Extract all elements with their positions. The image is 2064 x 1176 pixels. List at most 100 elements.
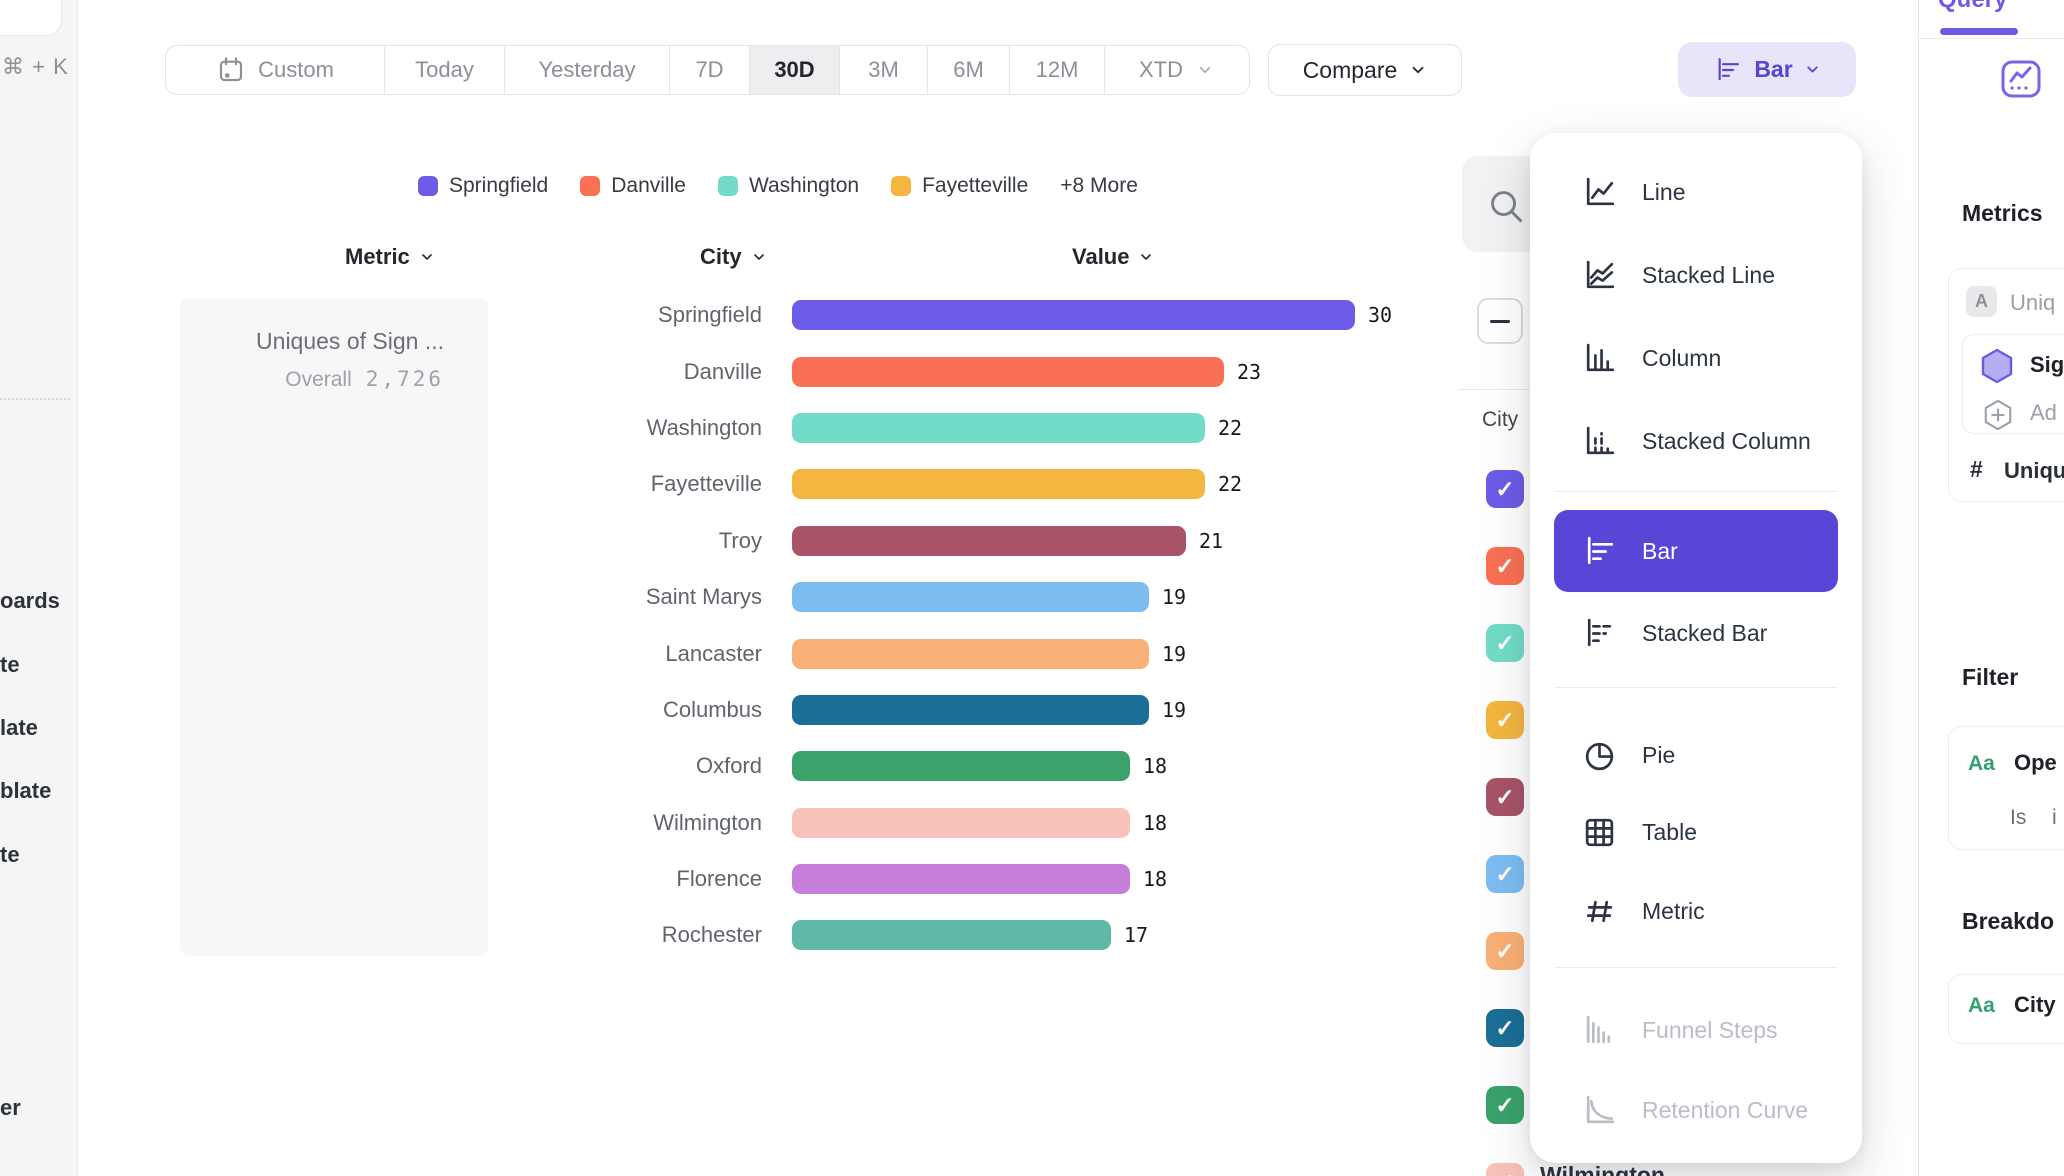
legend: Springfield Danville Washington Fayettevill… [418, 174, 1138, 198]
city-checkbox[interactable]: ✓ [1486, 624, 1524, 662]
check-icon: ✓ [1495, 553, 1514, 580]
city-checkbox[interactable]: ✓ [1486, 701, 1524, 739]
menu-item-stacked-bar[interactable]: Stacked Bar [1530, 592, 1862, 674]
range-button-7d[interactable]: 7D [669, 46, 749, 94]
category-label: Washington [540, 415, 792, 441]
legend-item[interactable]: Springfield [418, 174, 548, 198]
header-value[interactable]: Value [1072, 244, 1154, 270]
range-button-6m[interactable]: 6M [927, 46, 1009, 94]
hash-icon: # [1970, 456, 1983, 483]
legend-item[interactable]: Danville [580, 174, 686, 198]
sidebar-item-truncated[interactable]: er [0, 1095, 21, 1121]
range-label: XTD [1139, 57, 1183, 83]
category-label: Oxford [540, 753, 792, 779]
filter-operator[interactable]: Is [2010, 806, 2026, 830]
city-checkbox[interactable]: ✓ [1486, 778, 1524, 816]
bar[interactable] [792, 920, 1111, 950]
sidebar-item-truncated[interactable]: te [0, 842, 20, 868]
legend-swatch [418, 176, 438, 196]
range-button-30d[interactable]: 30D [749, 46, 839, 94]
category-label: Saint Marys [540, 584, 792, 610]
chevron-down-icon [1195, 60, 1215, 80]
category-label: Danville [540, 359, 792, 385]
add-event-hexagon-icon[interactable] [1982, 398, 2014, 437]
menu-item-stacked-column[interactable]: Stacked Column [1530, 400, 1862, 482]
sidebar-item-truncated[interactable]: oards [0, 588, 60, 614]
add-label-truncated[interactable]: Ad [2030, 400, 2057, 426]
range-button-xtd[interactable]: XTD [1104, 46, 1249, 94]
bar[interactable] [792, 582, 1149, 612]
header-metric-label: Metric [345, 244, 410, 270]
range-button-yesterday[interactable]: Yesterday [504, 46, 669, 94]
chevron-down-icon [1804, 61, 1821, 78]
metric-card[interactable]: Uniques of Sign ... Overall2,726 [180, 298, 488, 956]
city-checkbox[interactable]: ✓ [1486, 470, 1524, 508]
insights-chart-icon[interactable] [1999, 57, 2043, 106]
bar-chart: Springfield30Danville23Washington22Fayet… [540, 287, 1550, 964]
bar-value: 23 [1237, 360, 1261, 384]
city-group-label: City [1482, 408, 1518, 432]
compare-button[interactable]: Compare [1268, 44, 1462, 96]
breakdown-property[interactable]: City [2014, 992, 2056, 1018]
menu-item-line[interactable]: Line [1530, 151, 1862, 233]
chart-type-button[interactable]: Bar [1678, 42, 1856, 97]
event-name-truncated[interactable]: Sig [2030, 352, 2064, 378]
collapse-all-button[interactable] [1477, 298, 1523, 344]
city-checkbox[interactable]: ✓ [1486, 1163, 1524, 1176]
rail-divider [0, 398, 70, 400]
range-label: 3M [868, 57, 899, 83]
menu-item-bar[interactable]: Bar [1554, 510, 1838, 592]
menu-item-table[interactable]: Table [1530, 791, 1862, 873]
check-icon: ✓ [1495, 1092, 1514, 1119]
metric-name-truncated[interactable]: Uniq [2010, 290, 2055, 316]
legend-item[interactable]: Fayetteville [891, 174, 1028, 198]
unique-label-truncated[interactable]: Uniqu [2004, 458, 2064, 484]
legend-swatch [580, 176, 600, 196]
sidebar-item-truncated[interactable]: te [0, 652, 20, 678]
bar-row: Wilmington18 [540, 795, 1550, 851]
city-checkbox[interactable]: ✓ [1486, 547, 1524, 585]
bar[interactable] [792, 639, 1149, 669]
bar-row: Fayetteville22 [540, 456, 1550, 512]
header-metric[interactable]: Metric [345, 244, 435, 270]
menu-item-pie[interactable]: Pie [1530, 714, 1862, 796]
city-checkbox[interactable]: ✓ [1486, 932, 1524, 970]
bar[interactable] [792, 808, 1130, 838]
bar[interactable] [792, 695, 1149, 725]
header-city[interactable]: City [700, 244, 767, 270]
check-icon: ✓ [1495, 861, 1514, 888]
chart-type-label: Bar [1754, 56, 1792, 83]
city-checkbox[interactable]: ✓ [1486, 855, 1524, 893]
filter-card [1948, 726, 2064, 850]
menu-item-stacked-line[interactable]: Stacked Line [1530, 234, 1862, 316]
legend-more[interactable]: +8 More [1060, 174, 1138, 198]
bar[interactable] [792, 413, 1205, 443]
legend-swatch [891, 176, 911, 196]
range-button-12m[interactable]: 12M [1009, 46, 1104, 94]
bar[interactable] [792, 469, 1205, 499]
city-checkbox[interactable]: ✓ [1486, 1086, 1524, 1124]
bar[interactable] [792, 751, 1130, 781]
range-button-today[interactable]: Today [384, 46, 504, 94]
bar[interactable] [792, 526, 1186, 556]
tab-query[interactable]: Query [1938, 0, 2007, 14]
filter-value-truncated[interactable]: i [2052, 806, 2057, 830]
sidebar-item-truncated[interactable]: blate [0, 778, 51, 804]
sidebar-item-truncated[interactable]: late [0, 715, 38, 741]
city-checkbox[interactable]: ✓ [1486, 1009, 1524, 1047]
range-button-custom[interactable]: Custom [166, 46, 384, 94]
bar[interactable] [792, 300, 1355, 330]
menu-item-column[interactable]: Column [1530, 317, 1862, 399]
menu-item-funnel-steps: Funnel Steps [1530, 989, 1862, 1071]
peek-list-item-label[interactable]: Wilmington [1540, 1162, 1665, 1176]
legend-item[interactable]: Washington [718, 174, 859, 198]
menu-item-metric[interactable]: Metric [1530, 870, 1862, 952]
filter-property-truncated[interactable]: Ope [2014, 750, 2057, 776]
range-button-3m[interactable]: 3M [839, 46, 927, 94]
bar[interactable] [792, 864, 1130, 894]
range-label: 12M [1036, 57, 1079, 83]
chevron-down-icon [751, 249, 767, 265]
search-card-partial[interactable] [0, 0, 62, 36]
check-icon: ✓ [1495, 784, 1514, 811]
bar[interactable] [792, 357, 1224, 387]
